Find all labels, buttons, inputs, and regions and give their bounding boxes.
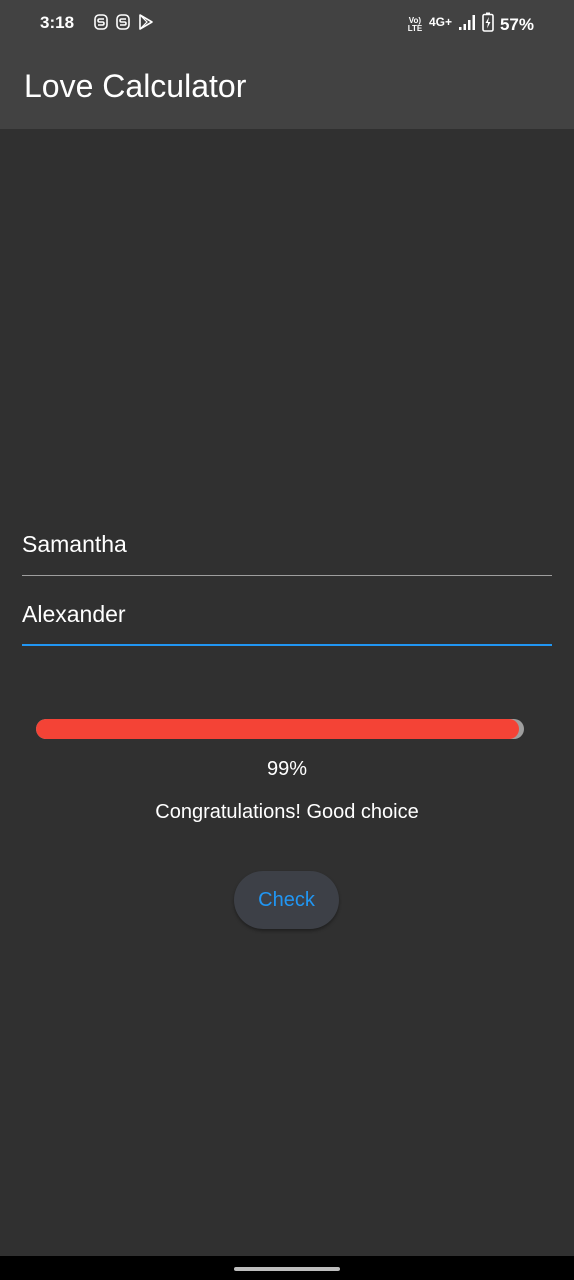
page-title: Love Calculator xyxy=(24,68,247,104)
signal-icon xyxy=(458,14,476,35)
app-bar: 3:18 Vo) LTE 4G+ 57% Love Calculator xyxy=(0,0,574,129)
love-progress-fill xyxy=(36,719,520,739)
status-time: 3:18 xyxy=(40,13,75,32)
battery-percent: 57% xyxy=(499,14,534,34)
s-app-icon xyxy=(116,13,130,31)
second-name-input[interactable] xyxy=(22,594,552,634)
s-app-icon xyxy=(94,13,108,31)
first-name-field[interactable] xyxy=(22,524,552,578)
volte-icon: Vo) LTE xyxy=(407,15,423,33)
notification-icons xyxy=(94,13,154,31)
second-name-field[interactable] xyxy=(22,594,552,648)
status-bar: 3:18 Vo) LTE 4G+ 57% xyxy=(0,0,574,48)
navigation-bar xyxy=(0,1256,574,1280)
second-name-underline-focused xyxy=(22,644,552,646)
first-name-underline xyxy=(22,575,552,576)
love-percentage: 99% xyxy=(266,758,308,780)
battery-charging-icon xyxy=(482,12,494,37)
play-store-icon xyxy=(138,13,154,31)
result-message: Congratulations! Good choice xyxy=(155,801,419,823)
status-right-icons: Vo) LTE 4G+ 57% xyxy=(407,12,534,37)
network-type-label: 4G+ xyxy=(428,14,452,29)
check-button[interactable]: Check xyxy=(234,871,339,929)
home-indicator[interactable] xyxy=(234,1267,340,1271)
love-progress-bar xyxy=(36,719,524,739)
first-name-input[interactable] xyxy=(22,524,552,564)
